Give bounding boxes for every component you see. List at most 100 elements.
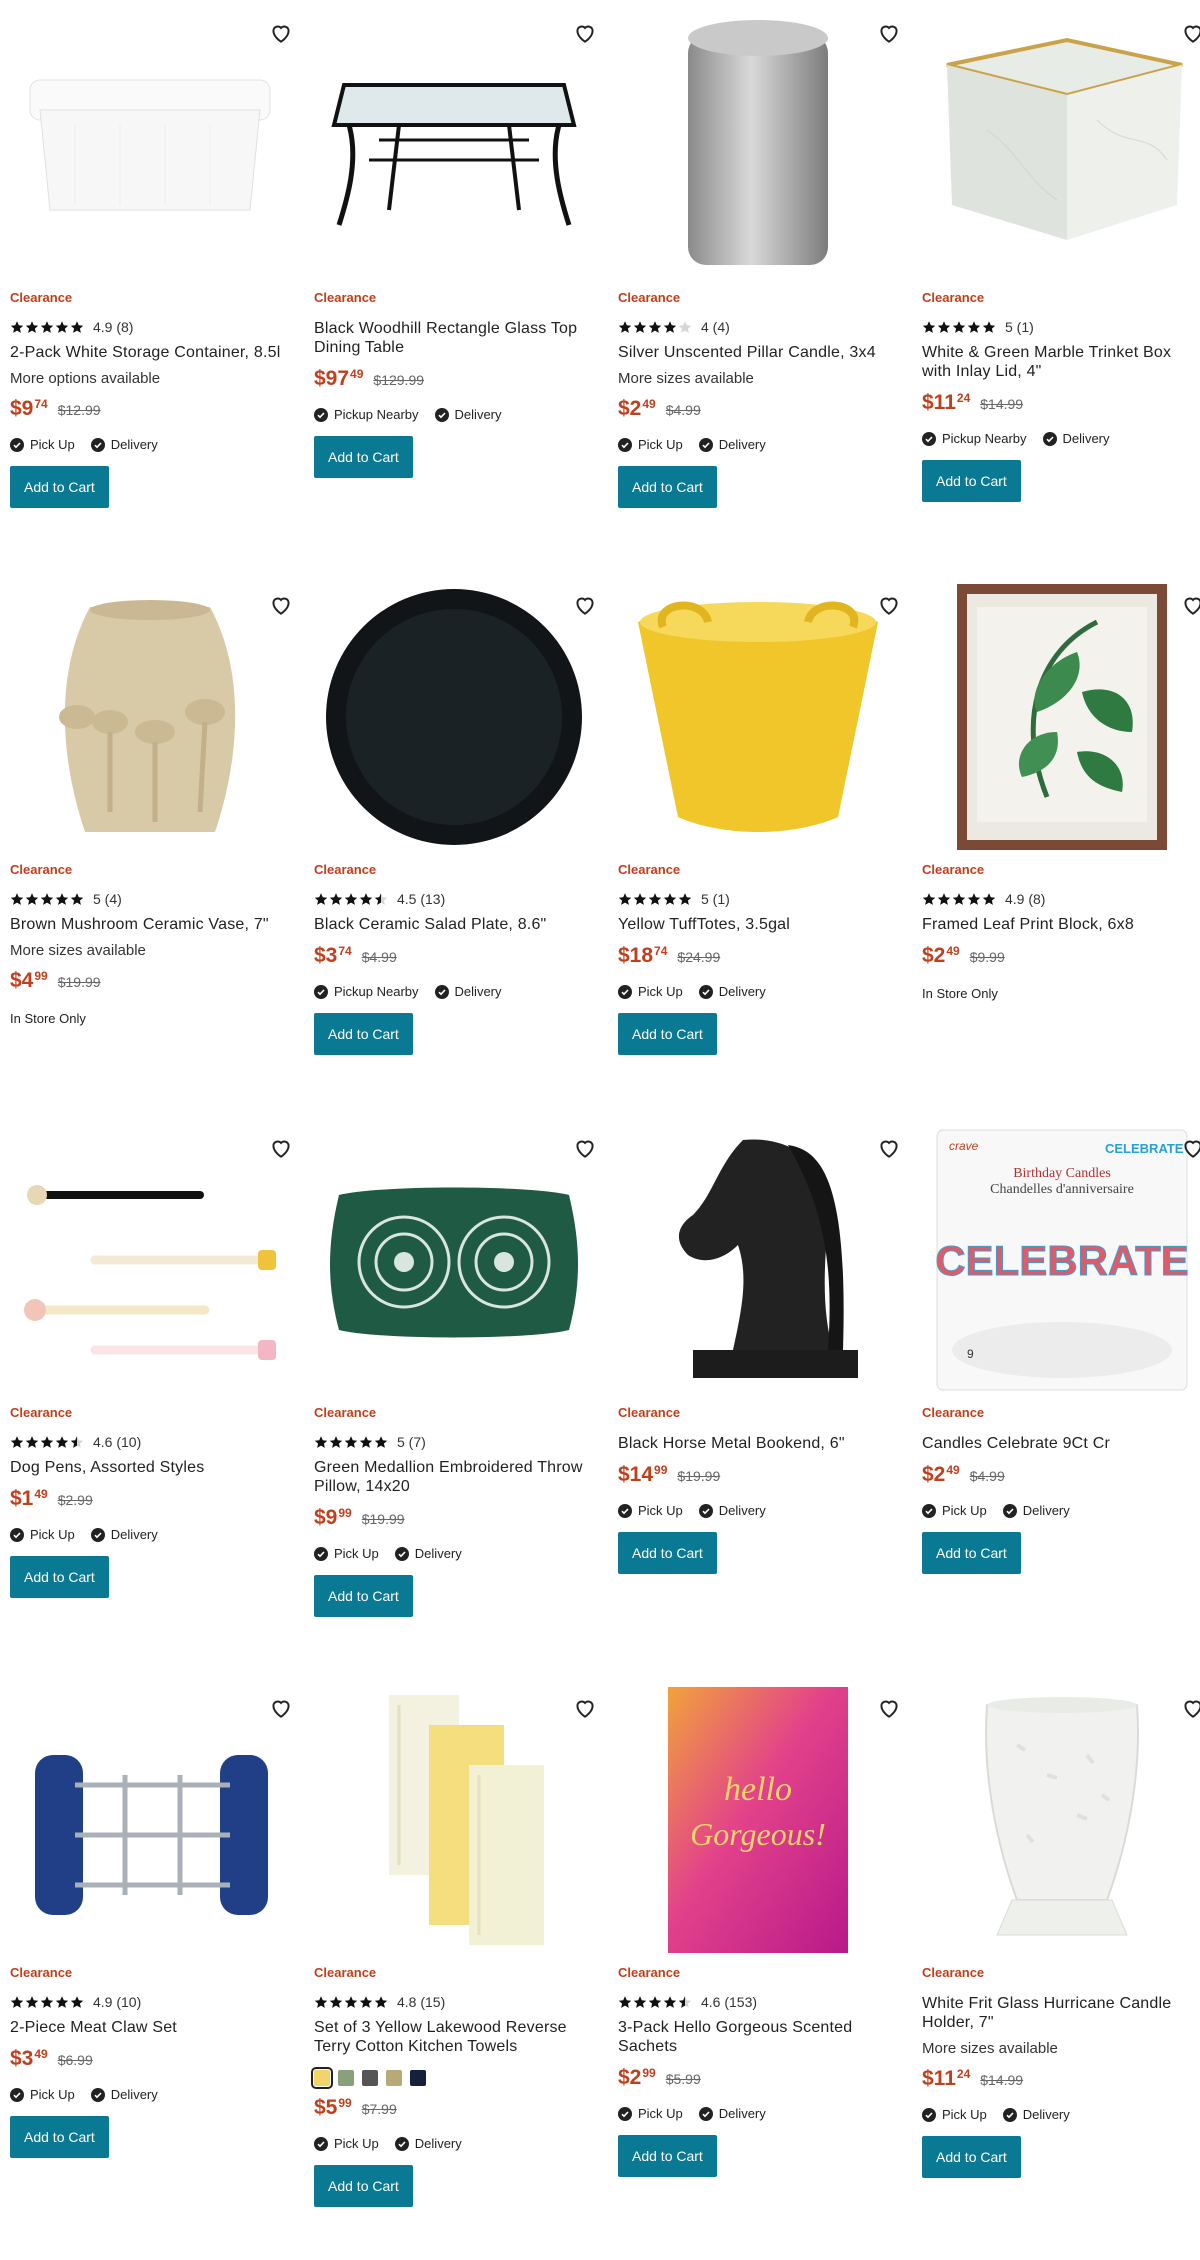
product-image[interactable] — [922, 10, 1200, 280]
rating[interactable]: 4.6 (153) — [618, 1994, 898, 2010]
add-to-cart-button[interactable]: Add to Cart — [922, 2136, 1021, 2178]
wishlist-heart-icon[interactable] — [572, 1695, 598, 1721]
rating[interactable]: 4.8 (15) — [314, 1994, 594, 2010]
product-name[interactable]: 2-Piece Meat Claw Set — [10, 2018, 290, 2037]
add-to-cart-button[interactable]: Add to Cart — [314, 1013, 413, 1055]
rating[interactable]: 4.5 (13) — [314, 891, 594, 907]
fulfillment-options: Pick Up Delivery — [618, 984, 898, 999]
product-image[interactable] — [10, 10, 290, 280]
wishlist-heart-icon[interactable] — [876, 1135, 902, 1161]
star-icon — [359, 1436, 373, 1448]
color-swatch[interactable] — [338, 2070, 354, 2086]
add-to-cart-button[interactable]: Add to Cart — [922, 1532, 1021, 1574]
product-name[interactable]: Brown Mushroom Ceramic Vase, 7" — [10, 915, 290, 934]
add-to-cart-button[interactable]: Add to Cart — [10, 2116, 109, 2158]
star-icon — [952, 321, 966, 333]
add-to-cart-button[interactable]: Add to Cart — [10, 466, 109, 508]
color-swatch[interactable] — [362, 2070, 378, 2086]
product-image[interactable] — [618, 1125, 898, 1395]
sale-price: $299 — [618, 2066, 656, 2089]
product-image[interactable] — [10, 1685, 290, 1955]
star-icon — [70, 893, 84, 905]
wishlist-heart-icon[interactable] — [1180, 1695, 1200, 1721]
product-image[interactable] — [10, 582, 290, 852]
product-name[interactable]: Framed Leaf Print Block, 6x8 — [922, 915, 1200, 934]
add-to-cart-button[interactable]: Add to Cart — [314, 2165, 413, 2207]
product-name[interactable]: White & Green Marble Trinket Box with In… — [922, 343, 1200, 381]
rating[interactable]: 5 (1) — [922, 319, 1200, 335]
product-image[interactable] — [314, 582, 594, 852]
rating[interactable]: 4 (4) — [618, 319, 898, 335]
wishlist-heart-icon[interactable] — [876, 1695, 902, 1721]
product-name[interactable]: White Frit Glass Hurricane Candle Holder… — [922, 1994, 1200, 2032]
product-name[interactable]: Yellow TuffTotes, 3.5gal — [618, 915, 898, 934]
add-to-cart-button[interactable]: Add to Cart — [618, 1013, 717, 1055]
product-image[interactable] — [314, 1685, 594, 1955]
product-image[interactable] — [618, 10, 898, 280]
product-name[interactable]: Black Woodhill Rectangle Glass Top Dinin… — [314, 319, 594, 357]
color-swatch[interactable] — [311, 2067, 333, 2089]
add-to-cart-button[interactable]: Add to Cart — [922, 460, 1021, 502]
star-icon — [40, 1436, 54, 1448]
star-rating — [10, 1995, 85, 2009]
product-name[interactable]: Set of 3 Yellow Lakewood Reverse Terry C… — [314, 2018, 594, 2056]
clearance-badge: Clearance — [314, 1405, 377, 1420]
sale-price: $249 — [922, 944, 960, 967]
add-to-cart-button[interactable]: Add to Cart — [314, 1575, 413, 1617]
rating[interactable]: 4.6 (10) — [10, 1434, 290, 1450]
star-icon — [937, 321, 951, 333]
product-name[interactable]: Candles Celebrate 9Ct Cr — [922, 1434, 1200, 1453]
original-price: $129.99 — [373, 372, 425, 388]
product-name[interactable]: Silver Unscented Pillar Candle, 3x4 — [618, 343, 898, 362]
product-image[interactable] — [922, 1685, 1200, 1955]
product-name[interactable]: Black Ceramic Salad Plate, 8.6" — [314, 915, 594, 934]
product-image[interactable] — [618, 582, 898, 852]
svg-text:Chandelles d'anniversaire: Chandelles d'anniversaire — [990, 1182, 1134, 1197]
wishlist-heart-icon[interactable] — [876, 592, 902, 618]
star-icon — [40, 321, 54, 333]
fulfillment-options: Pickup Nearby Delivery — [314, 984, 594, 999]
rating[interactable]: 5 (4) — [10, 891, 290, 907]
add-to-cart-button[interactable]: Add to Cart — [618, 466, 717, 508]
product-name[interactable]: Dog Pens, Assorted Styles — [10, 1458, 290, 1477]
add-to-cart-button[interactable]: Add to Cart — [314, 436, 413, 478]
color-swatch[interactable] — [410, 2070, 426, 2086]
product-image[interactable]: crave CELEBRATE Birthday Candles Chandelles… — [922, 1125, 1200, 1395]
rating[interactable]: 4.9 (10) — [10, 1994, 290, 2010]
svg-text:9: 9 — [967, 1347, 974, 1361]
add-to-cart-button[interactable]: Add to Cart — [618, 1532, 717, 1574]
product-image[interactable] — [314, 10, 594, 280]
in-store-only-label: In Store Only — [922, 986, 998, 1001]
wishlist-heart-icon[interactable] — [1180, 592, 1200, 618]
rating[interactable]: 4.9 (8) — [10, 319, 290, 335]
product-name[interactable]: 2-Pack White Storage Container, 8.5l — [10, 343, 290, 362]
product-image[interactable] — [10, 1125, 290, 1395]
product-image[interactable] — [922, 582, 1200, 852]
wishlist-heart-icon[interactable] — [1180, 20, 1200, 46]
add-to-cart-button[interactable]: Add to Cart — [10, 1556, 109, 1598]
product-name[interactable]: 3-Pack Hello Gorgeous Scented Sachets — [618, 2018, 898, 2056]
color-swatch[interactable] — [386, 2070, 402, 2086]
wishlist-heart-icon[interactable] — [268, 1135, 294, 1161]
price-row: $299 $5.99 — [618, 2066, 898, 2090]
wishlist-heart-icon[interactable] — [268, 592, 294, 618]
product-name[interactable]: Black Horse Metal Bookend, 6" — [618, 1434, 898, 1453]
product-name[interactable]: Green Medallion Embroidered Throw Pillow… — [314, 1458, 594, 1496]
sale-price: $999 — [314, 1506, 352, 1529]
wishlist-heart-icon[interactable] — [572, 1135, 598, 1161]
rating[interactable]: 5 (1) — [618, 891, 898, 907]
wishlist-heart-icon[interactable] — [572, 592, 598, 618]
wishlist-heart-icon[interactable] — [1180, 1135, 1200, 1161]
add-to-cart-button[interactable]: Add to Cart — [618, 2135, 717, 2177]
star-icon — [663, 893, 677, 905]
star-rating — [314, 1995, 389, 2009]
wishlist-heart-icon[interactable] — [876, 20, 902, 46]
product-image[interactable] — [314, 1125, 594, 1395]
product-image[interactable]: hello Gorgeous! — [618, 1685, 898, 1955]
wishlist-heart-icon[interactable] — [268, 20, 294, 46]
fulfillment-options: Pick Up Delivery — [10, 437, 290, 452]
wishlist-heart-icon[interactable] — [268, 1695, 294, 1721]
rating[interactable]: 5 (7) — [314, 1434, 594, 1450]
rating[interactable]: 4.9 (8) — [922, 891, 1200, 907]
wishlist-heart-icon[interactable] — [572, 20, 598, 46]
